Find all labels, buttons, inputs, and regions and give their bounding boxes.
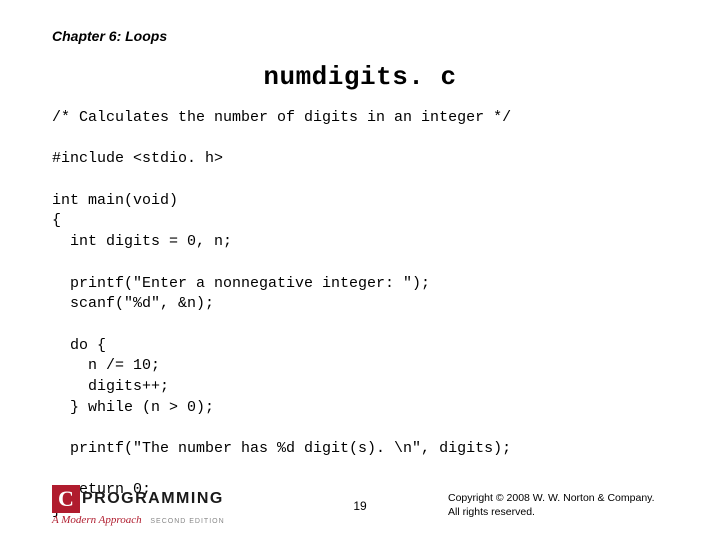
logo-c-icon: C — [52, 485, 80, 513]
code-block: /* Calculates the number of digits in an… — [52, 108, 668, 522]
chapter-heading: Chapter 6: Loops — [52, 28, 668, 44]
footer: C PROGRAMMING A Modern Approach SECOND E… — [52, 485, 668, 526]
page-number: 19 — [353, 499, 366, 513]
logo-top-row: C PROGRAMMING — [52, 485, 225, 513]
book-logo: C PROGRAMMING A Modern Approach SECOND E… — [52, 485, 225, 526]
logo-subtitle: A Modern Approach SECOND EDITION — [52, 515, 225, 526]
logo-sub-text: A Modern Approach — [52, 514, 142, 526]
slide-title: numdigits. c — [52, 62, 668, 92]
logo-edition: SECOND EDITION — [150, 518, 224, 525]
copyright-text: Copyright © 2008 W. W. Norton & Company.… — [448, 492, 668, 519]
logo-text: PROGRAMMING — [82, 491, 224, 507]
